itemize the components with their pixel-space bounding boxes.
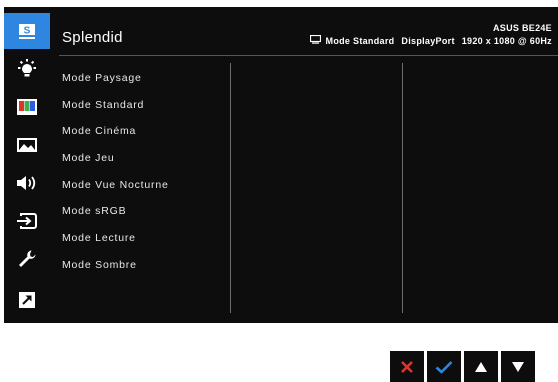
monitor-icon	[309, 34, 321, 46]
menu-item-mode-srgb[interactable]: Mode sRGB	[62, 198, 169, 225]
column-divider-2	[402, 63, 403, 313]
sidebar-item-color[interactable]	[4, 89, 50, 125]
sidebar: S	[4, 7, 50, 323]
close-icon	[401, 360, 413, 373]
sidebar-item-input-select[interactable]	[4, 203, 50, 239]
menu-item-mode-sombre[interactable]: Mode Sombre	[62, 252, 169, 279]
sidebar-item-brightness[interactable]	[4, 51, 50, 87]
shortcut-icon	[19, 292, 35, 308]
osd-panel: S Splendid ASUS BE24E Mode Standard Disp…	[4, 7, 558, 323]
monitor-model: ASUS BE24E	[492, 23, 552, 33]
splendid-icon-label: S	[24, 25, 31, 36]
status-line: Mode Standard DisplayPort 1920 x 1080 @ …	[309, 34, 552, 46]
splendid-mode-list: Mode Paysage Mode Standard Mode Cinéma M…	[62, 65, 169, 279]
down-button[interactable]	[501, 351, 535, 382]
menu-item-mode-paysage[interactable]: Mode Paysage	[62, 65, 169, 92]
up-button[interactable]	[464, 351, 498, 382]
sound-icon	[17, 176, 36, 190]
brightness-icon	[18, 59, 36, 77]
arrow-up-icon	[475, 361, 487, 372]
system-setup-icon	[19, 250, 36, 267]
sidebar-item-system-setup[interactable]	[4, 241, 50, 277]
check-icon	[435, 360, 453, 374]
sidebar-item-shortcut[interactable]	[4, 282, 50, 318]
arrow-down-icon	[512, 361, 524, 372]
confirm-button[interactable]	[427, 351, 461, 382]
header-divider	[59, 55, 558, 56]
menu-item-mode-standard[interactable]: Mode Standard	[62, 92, 169, 119]
splendid-icon: S	[19, 23, 35, 39]
menu-item-mode-lecture[interactable]: Mode Lecture	[62, 225, 169, 252]
header: Splendid ASUS BE24E Mode Standard Displa…	[59, 7, 558, 55]
resolution-text: 1920 x 1080 @ 60Hz	[461, 35, 552, 46]
image-icon	[17, 138, 37, 152]
page-title: Splendid	[62, 29, 123, 46]
menu-item-mode-jeu[interactable]: Mode Jeu	[62, 145, 169, 172]
sidebar-item-sound[interactable]	[4, 165, 50, 201]
menu-item-mode-cinema[interactable]: Mode Cinéma	[62, 118, 169, 145]
sidebar-item-image[interactable]	[4, 127, 50, 163]
menu-item-mode-vue-nocturne[interactable]: Mode Vue Nocturne	[62, 172, 169, 199]
column-divider-1	[230, 63, 231, 313]
close-button[interactable]	[390, 351, 424, 382]
color-icon	[17, 99, 37, 115]
input-select-icon	[17, 213, 37, 229]
input-source-text: DisplayPort	[401, 35, 455, 46]
sidebar-item-splendid[interactable]: S	[4, 13, 50, 49]
current-mode-text: Mode Standard	[325, 35, 395, 46]
